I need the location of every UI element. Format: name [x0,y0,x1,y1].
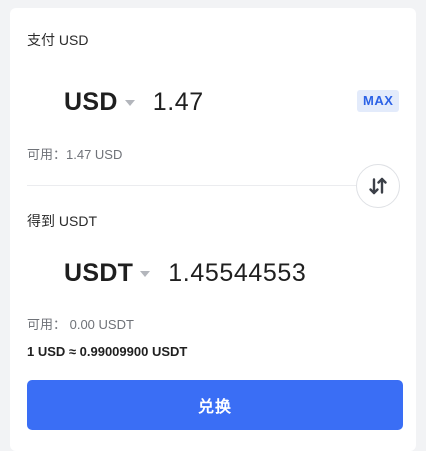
pay-currency-selector[interactable]: USD [64,88,118,117]
divider [27,185,399,186]
pay-amount-input[interactable]: 1.47 [153,88,204,117]
exchange-rate: 1 USD ≈ 0.99009900 USDT [27,344,188,359]
exchange-button[interactable]: 兑换 [27,380,403,430]
receive-amount-value: 1.45544553 [168,258,307,287]
caret-down-icon[interactable] [124,100,135,106]
pay-amount-row: USD 1.47 [64,82,204,122]
receive-amount-row: USDT 1.45544553 [64,253,306,293]
exchange-card: 支付 USD USD 1.47 MAX 可用：1.47 USD 得到 USDT … [10,8,416,451]
pay-section-label: 支付 USD [27,32,89,48]
caret-down-icon[interactable] [140,271,151,277]
receive-available-balance: 可用： 0.00 USDT [27,317,134,332]
swap-button[interactable] [356,164,400,208]
swap-arrows-icon [369,177,387,195]
max-button[interactable]: MAX [357,90,400,112]
pay-available-balance: 可用：1.47 USD [27,147,123,162]
receive-section-label: 得到 USDT [27,213,97,229]
receive-currency-selector[interactable]: USDT [64,259,133,288]
